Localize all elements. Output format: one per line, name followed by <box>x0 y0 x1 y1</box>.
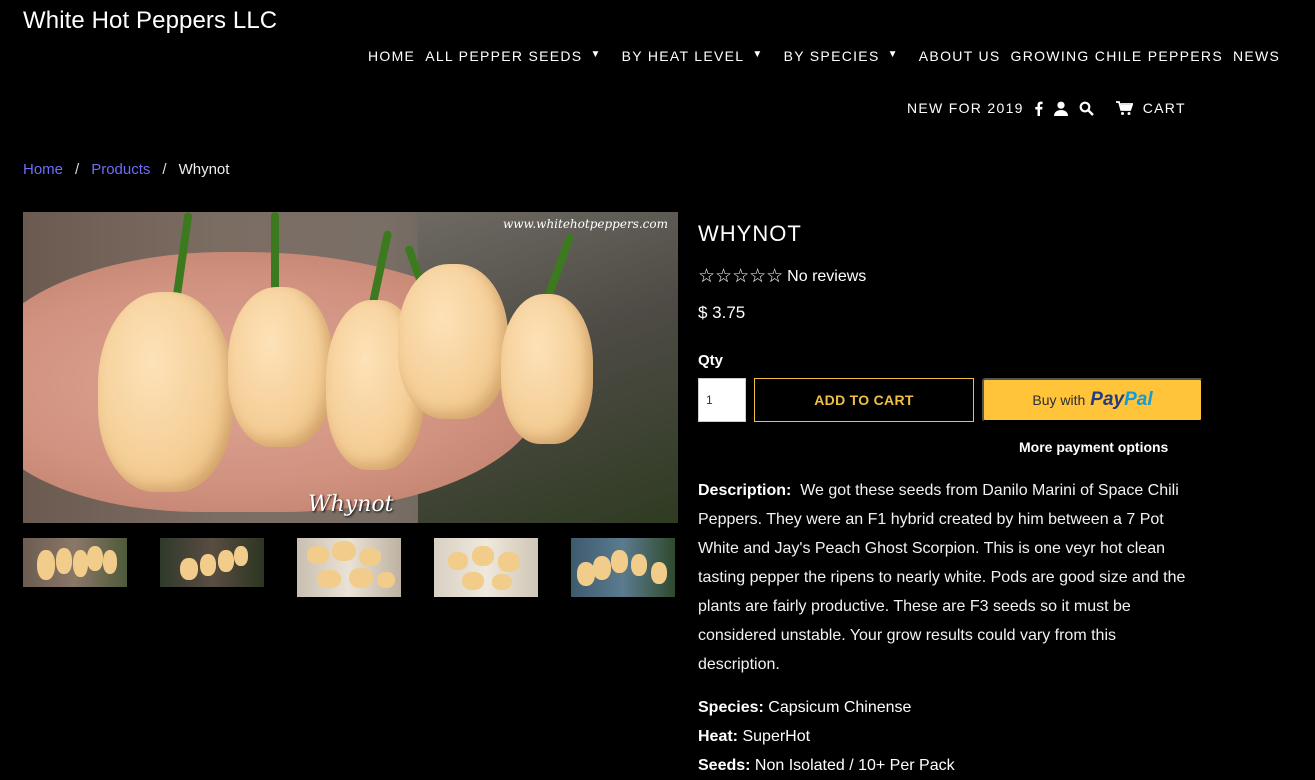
product-info: WHYNOT ☆☆☆☆☆ No reviews $ 3.75 Qty ADD T… <box>698 212 1208 780</box>
pepper <box>103 550 117 574</box>
buy-row: ADD TO CART Buy with PayPal <box>698 378 1208 422</box>
description-text: We got these seeds from Danilo Marini of… <box>698 482 1186 673</box>
pepper <box>37 550 55 580</box>
nav-by-species[interactable]: BY SPECIES ▼ <box>784 48 899 64</box>
spec-value: Capsicum Chinense <box>768 699 912 716</box>
breadcrumb-current: Whynot <box>178 161 230 178</box>
pepper <box>56 548 72 574</box>
spec-label: Seeds: <box>698 757 751 774</box>
breadcrumb-separator: / <box>162 161 167 178</box>
add-to-cart-button[interactable]: ADD TO CART <box>754 378 974 422</box>
secondary-nav: NEW FOR 2019 CART <box>907 100 1186 116</box>
pepper <box>377 572 395 588</box>
caret-down-icon: ▼ <box>590 48 602 60</box>
breadcrumb: Home / Products / Whynot <box>23 161 229 178</box>
thumbnail-strip <box>23 538 708 597</box>
pepper <box>593 556 611 580</box>
nav-growing-chile-peppers[interactable]: GROWING CHILE PEPPERS <box>1011 48 1223 64</box>
thumbnail[interactable] <box>23 538 127 587</box>
more-payment-options-link[interactable]: More payment options <box>1019 439 1208 455</box>
user-icon[interactable] <box>1053 101 1069 116</box>
nav-news[interactable]: NEWS <box>1233 48 1280 64</box>
thumbnail[interactable] <box>297 538 401 597</box>
nav-label: HOME <box>368 48 416 64</box>
description-label: Description: <box>698 482 792 499</box>
spec-value: Non Isolated / 10+ Per Pack <box>754 757 955 774</box>
facebook-icon[interactable] <box>1034 101 1043 116</box>
paypal-prefix: Buy with <box>1032 392 1086 408</box>
nav-home[interactable]: HOME <box>368 48 415 64</box>
image-caption: Whynot <box>308 492 394 517</box>
pepper <box>200 554 216 576</box>
pepper <box>492 574 512 590</box>
breadcrumb-home[interactable]: Home <box>23 161 63 178</box>
pepper <box>651 562 667 584</box>
thumbnail[interactable] <box>160 538 264 587</box>
spec-species: Species: Capsicum Chinense <box>698 693 1208 722</box>
pepper <box>501 294 593 444</box>
nav-label: BY HEAT LEVEL <box>621 48 745 64</box>
nav-label: NEWS <box>1232 48 1281 64</box>
paypal-button[interactable]: Buy with Pay Pal <box>982 378 1203 422</box>
pepper <box>472 546 494 566</box>
product-description: Description: We got these seeds from Dan… <box>698 476 1198 679</box>
nav-by-heat-level[interactable]: BY HEAT LEVEL ▼ <box>622 48 764 64</box>
product-specs: Species: Capsicum Chinense Heat: SuperHo… <box>698 693 1208 780</box>
reviews-count: No reviews <box>787 267 867 285</box>
pepper <box>87 546 103 571</box>
paypal-logo-pay: Pay <box>1090 389 1125 410</box>
nav-new-for-2019[interactable]: NEW FOR 2019 <box>907 100 1024 116</box>
pepper <box>234 546 248 566</box>
caret-down-icon: ▼ <box>752 48 764 60</box>
product-main-image[interactable]: www.whitehotpeppers.com Whynot <box>23 212 678 523</box>
nav-label: ABOUT US <box>918 48 1001 64</box>
pepper <box>218 550 234 572</box>
pepper <box>180 558 198 580</box>
image-watermark: www.whitehotpeppers.com <box>502 217 668 231</box>
cart-icon <box>1115 100 1133 116</box>
spec-value: SuperHot <box>742 728 811 745</box>
pepper <box>349 568 373 588</box>
thumbnail[interactable] <box>434 538 538 597</box>
pepper <box>332 541 356 561</box>
caret-down-icon: ▼ <box>887 48 899 60</box>
pepper <box>462 572 484 590</box>
nav-label: GROWING CHILE PEPPERS <box>1010 48 1223 64</box>
pepper <box>228 287 333 447</box>
product-price: $ 3.75 <box>698 303 746 322</box>
spec-label: Species: <box>698 699 764 716</box>
site-logo[interactable]: White Hot Peppers LLC <box>23 7 277 35</box>
product-title: WHYNOT <box>698 221 802 246</box>
spec-label: Heat: <box>698 728 739 745</box>
breadcrumb-products[interactable]: Products <box>91 161 150 178</box>
nav-all-pepper-seeds[interactable]: ALL PEPPER SEEDS ▼ <box>425 48 601 64</box>
pepper <box>98 292 233 492</box>
nav-about-us[interactable]: ABOUT US <box>919 48 1001 64</box>
nav-label: ALL PEPPER SEEDS <box>425 48 583 64</box>
search-icon[interactable] <box>1079 101 1094 116</box>
breadcrumb-separator: / <box>75 161 80 178</box>
qty-label: Qty <box>698 352 724 369</box>
thumbnail[interactable] <box>571 538 675 597</box>
cart-link[interactable]: CART <box>1115 100 1186 116</box>
star-rating-icon: ☆☆☆☆☆ <box>698 266 784 287</box>
nav-label: BY SPECIES <box>783 48 880 64</box>
pepper <box>631 554 647 576</box>
main-nav: HOME ALL PEPPER SEEDS ▼ BY HEAT LEVEL ▼ BY… <box>368 48 1290 64</box>
cart-label: CART <box>1142 100 1186 116</box>
pepper <box>359 548 381 566</box>
pepper <box>498 552 520 572</box>
pepper <box>307 546 329 564</box>
product-rating[interactable]: ☆☆☆☆☆ No reviews <box>698 265 1208 288</box>
spec-heat: Heat: SuperHot <box>698 722 1208 751</box>
qty-input[interactable] <box>698 378 746 422</box>
pepper <box>317 570 341 588</box>
pepper <box>611 550 628 573</box>
pepper <box>73 550 88 577</box>
pepper <box>398 264 508 419</box>
pepper <box>448 552 468 570</box>
paypal-logo-pal: Pal <box>1124 389 1153 410</box>
